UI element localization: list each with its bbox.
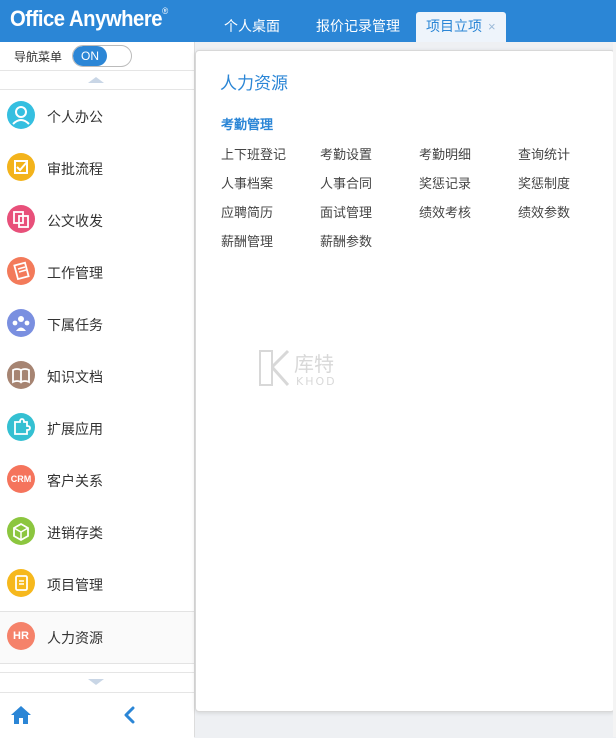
panel-title: 人力资源 — [220, 74, 288, 93]
sidebar-item-label: 进销存类 — [47, 525, 103, 541]
sidebar-item-box[interactable]: 进销存类 — [0, 507, 194, 559]
checkbox-icon — [7, 153, 35, 181]
nav-menu-label: 导航菜单 — [14, 50, 63, 64]
hr-link[interactable]: 人事合同 — [320, 173, 372, 192]
user-icon — [7, 101, 35, 129]
sidebar-item-label: 知识文档 — [47, 369, 103, 385]
watermark-logo: 库特 KHOD — [259, 349, 337, 388]
sidebar-item-project[interactable]: 项目管理 — [0, 559, 194, 611]
hr-link[interactable]: 奖惩制度 — [518, 173, 570, 192]
menu-scroll-up[interactable] — [0, 71, 194, 90]
sidebar-item-hr[interactable]: HR 人力资源 — [0, 611, 194, 664]
sidebar-item-report[interactable]: 报表中心 — [0, 664, 194, 672]
sidebar-item-label: 下属任务 — [47, 317, 103, 333]
sidebar-item-user[interactable]: 个人办公 — [0, 91, 194, 143]
hr-link[interactable]: 绩效参数 — [518, 202, 570, 221]
sidebar-item-label: 客户关系 — [47, 473, 103, 489]
top-bar: Office Anywhere® 个人桌面 报价记录管理 项目立项 × — [0, 0, 616, 42]
document-exchange-icon — [7, 205, 35, 233]
team-icon — [7, 309, 35, 337]
sidebar-item-label: 项目管理 — [47, 577, 103, 593]
clipboard-icon — [7, 257, 35, 285]
sidebar-item-puzzle[interactable]: 扩展应用 — [0, 403, 194, 455]
hr-link[interactable]: 面试管理 — [320, 202, 372, 221]
arrow-up-icon — [88, 77, 104, 83]
tab-label: 个人桌面 — [224, 18, 280, 34]
sidebar-item-label: 工作管理 — [47, 265, 103, 281]
hr-link[interactable]: 薪酬管理 — [221, 231, 273, 250]
tab-personal-desktop[interactable]: 个人桌面 — [224, 12, 280, 42]
sidebar-item-label: 个人办公 — [47, 109, 103, 125]
hr-link[interactable]: 考勤明细 — [419, 144, 471, 163]
box-icon — [7, 517, 35, 545]
hr-link[interactable]: 考勤设置 — [320, 144, 372, 163]
sidebar-item-book[interactable]: 知识文档 — [0, 351, 194, 403]
sidebar: 导航菜单 ON 个人办公审批流程公文收发工作管理下属任务知识文档扩展应用 CRM 客… — [0, 42, 195, 738]
sidebar-item-label: 审批流程 — [47, 161, 103, 177]
sidebar-item-label: 扩展应用 — [47, 421, 103, 437]
nav-menu-toggle-row: 导航菜单 ON — [0, 42, 194, 71]
tab-quote-records[interactable]: 报价记录管理 — [316, 12, 400, 42]
hr-link[interactable]: 薪酬参数 — [320, 231, 372, 250]
hr-link[interactable]: 绩效考核 — [419, 202, 471, 221]
sidebar-item-crm[interactable]: CRM 客户关系 — [0, 455, 194, 507]
hr-link[interactable]: 查询统计 — [518, 144, 570, 163]
switch-on-label: ON — [73, 46, 107, 66]
app-logo: Office Anywhere® — [10, 6, 168, 32]
arrow-down-icon — [88, 679, 104, 685]
hr-icon: HR — [7, 622, 35, 650]
sidebar-menu: 个人办公审批流程公文收发工作管理下属任务知识文档扩展应用 CRM 客户关系进销存类项… — [0, 91, 194, 672]
sidebar-item-document-exchange[interactable]: 公文收发 — [0, 195, 194, 247]
hr-link[interactable]: 上下班登记 — [221, 144, 286, 163]
section-attendance-title: 考勤管理 — [221, 117, 274, 132]
sidebar-item-label: 人力资源 — [47, 630, 103, 646]
tab-project-setup[interactable]: 项目立项 × — [416, 12, 506, 42]
hr-link[interactable]: 人事档案 — [221, 173, 273, 192]
close-icon[interactable]: × — [488, 19, 496, 34]
project-icon — [7, 569, 35, 597]
tab-label: 报价记录管理 — [316, 18, 400, 34]
nav-menu-switch[interactable]: ON — [72, 45, 132, 67]
sidebar-item-label: 公文收发 — [47, 213, 103, 229]
crm-icon: CRM — [7, 465, 35, 493]
hr-link[interactable]: 应聘简历 — [221, 202, 273, 221]
sidebar-bottom-bar — [0, 692, 194, 738]
collapse-sidebar-icon[interactable] — [120, 705, 140, 725]
sidebar-item-checkbox[interactable]: 审批流程 — [0, 143, 194, 195]
puzzle-icon — [7, 413, 35, 441]
watermark-subtext: KHOD — [296, 375, 337, 388]
sidebar-item-clipboard[interactable]: 工作管理 — [0, 247, 194, 299]
watermark-text: 库特 — [294, 352, 334, 376]
menu-scroll-down[interactable] — [0, 672, 194, 691]
home-icon[interactable] — [10, 704, 32, 726]
logo-mark: ® — [162, 6, 168, 16]
hr-link[interactable]: 奖惩记录 — [419, 173, 471, 192]
book-icon — [7, 361, 35, 389]
sidebar-item-team[interactable]: 下属任务 — [0, 299, 194, 351]
tab-label: 项目立项 — [426, 18, 482, 34]
logo-text: Office Anywhere — [10, 6, 163, 31]
